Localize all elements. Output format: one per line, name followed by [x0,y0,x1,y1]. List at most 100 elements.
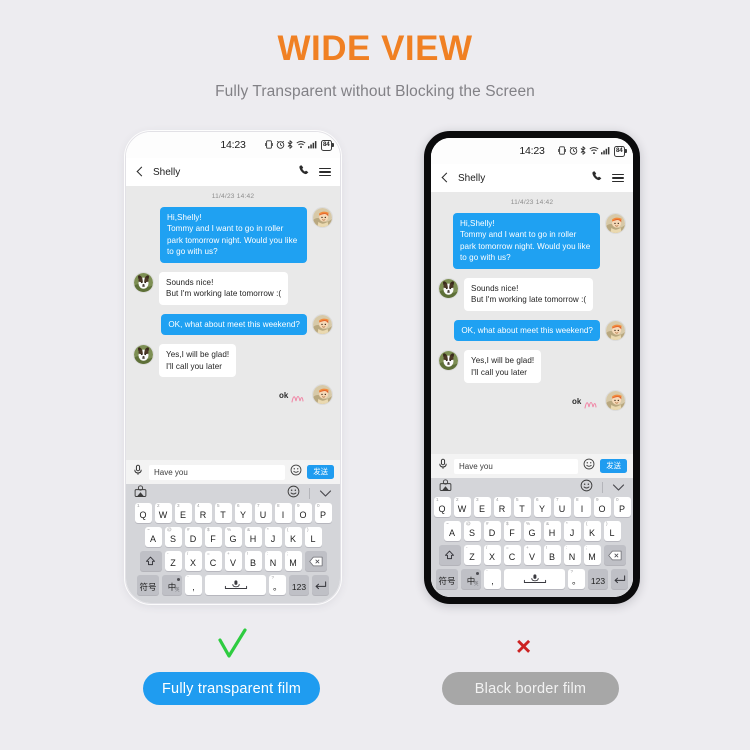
key-L[interactable]: ) L [304,527,322,547]
key-label: U [259,509,267,520]
key-Z[interactable]: -Z [463,545,481,565]
key-D[interactable]: # D [184,527,202,547]
key-R[interactable]: 4R [493,497,511,517]
key-W[interactable]: 2W [154,503,172,523]
key-symbols[interactable]: 符号 [137,575,159,595]
key-R[interactable]: 4R [194,503,212,523]
send-button[interactable]: 发送 [307,465,334,479]
key-X[interactable]: / X [184,551,202,571]
sticker-icon[interactable] [439,478,452,497]
microphone-icon[interactable] [132,463,144,481]
key-V[interactable]: + V [523,545,541,565]
key-U[interactable]: 7U [553,497,571,517]
microphone-icon[interactable] [437,457,449,475]
key-comma[interactable]: ‘, [185,575,202,595]
key-language-toggle[interactable]: 中英 [162,575,182,595]
message-input[interactable]: Have you [149,464,286,480]
sticker-icon[interactable] [134,484,147,503]
key-A[interactable]: ~ A [144,527,162,547]
key-K[interactable]: (K [583,521,601,541]
key-K[interactable]: (K [284,527,302,547]
key-comma[interactable]: ‘, [484,569,501,589]
toolbar-divider [602,482,603,493]
toolbar-divider [309,488,310,499]
key-J[interactable]: * J [264,527,282,547]
key-N[interactable]: :N [563,545,581,565]
key-X[interactable]: / X [483,545,501,565]
key-M[interactable]: ; M [583,545,601,565]
phone-icon[interactable] [591,169,603,187]
key-P[interactable]: 0P [613,497,631,517]
key-V[interactable]: + V [224,551,242,571]
key-T[interactable]: 5T [513,497,531,517]
key-H[interactable]: & H [244,527,262,547]
key-symbols[interactable]: 符号 [436,569,458,589]
chevron-down-icon[interactable] [612,479,625,497]
key-J[interactable]: * J [563,521,581,541]
key-B[interactable]: ! B [543,545,561,565]
key-enter[interactable] [312,575,329,595]
phone-icon[interactable] [298,163,310,181]
key-label: 123 [590,575,606,586]
key-Q[interactable]: 1Q [433,497,451,517]
key-space[interactable] [205,575,266,595]
label-fully-transparent-film: Fully transparent film [143,672,320,705]
chevron-down-icon[interactable] [319,485,332,503]
key-C[interactable]: = C [503,545,521,565]
key-A[interactable]: ~ A [443,521,461,541]
key-shift[interactable] [139,551,162,571]
conversation-area[interactable]: 11/4/23 14:42 Hi,Shelly! Tommy and I want … [431,192,633,454]
key-backspace[interactable] [603,545,626,565]
emoji-icon[interactable] [583,457,595,475]
emoji-icon[interactable] [290,463,302,481]
key-label: A [149,533,156,544]
key-P[interactable]: 0P [314,503,332,523]
key-L[interactable]: ) L [603,521,621,541]
key-backspace[interactable] [304,551,327,571]
key-Z[interactable]: -Z [164,551,182,571]
key-E[interactable]: 3E [473,497,491,517]
key-space[interactable] [504,569,565,589]
key-F[interactable]: $ F [204,527,222,547]
avatar-shelly [438,277,459,299]
key-F[interactable]: $ F [503,521,521,541]
key-superscript: ! [546,545,548,550]
key-Y[interactable]: 6Y [533,497,551,517]
key-numbers[interactable]: 123 [588,569,608,589]
key-I[interactable]: 8I [274,503,292,523]
key-E[interactable]: 3E [174,503,192,523]
back-icon[interactable] [440,172,452,184]
key-B[interactable]: ! B [244,551,262,571]
menu-icon[interactable] [319,167,331,177]
key-W[interactable]: 2W [453,497,471,517]
key-I[interactable]: 8I [573,497,591,517]
key-enter[interactable] [611,569,628,589]
back-icon[interactable] [135,166,147,178]
key-M[interactable]: ; M [284,551,302,571]
key-G[interactable]: % G [224,527,242,547]
message-input[interactable]: Have you [454,458,579,474]
key-N[interactable]: :N [264,551,282,571]
key-T[interactable]: 5T [214,503,232,523]
key-U[interactable]: 7U [254,503,272,523]
emoji-icon[interactable] [580,479,593,497]
key-C[interactable]: = C [204,551,222,571]
key-numbers[interactable]: 123 [289,575,309,595]
key-Y[interactable]: 6Y [234,503,252,523]
key-period[interactable]: ?。 [568,569,585,589]
menu-icon[interactable] [612,173,624,183]
conversation-area[interactable]: 11/4/23 14:42 Hi,Shelly! Tommy and I want … [126,186,340,460]
key-shift[interactable] [438,545,461,565]
key-S[interactable]: @ S [463,521,481,541]
key-G[interactable]: % G [523,521,541,541]
send-button[interactable]: 发送 [600,459,627,473]
key-O[interactable]: 9O [593,497,611,517]
key-period[interactable]: ?。 [269,575,286,595]
key-language-toggle[interactable]: 中英 [461,569,481,589]
key-S[interactable]: @ S [164,527,182,547]
key-D[interactable]: # D [483,521,501,541]
key-Q[interactable]: 1Q [134,503,152,523]
key-H[interactable]: & H [543,521,561,541]
emoji-icon[interactable] [287,485,300,503]
key-O[interactable]: 9O [294,503,312,523]
